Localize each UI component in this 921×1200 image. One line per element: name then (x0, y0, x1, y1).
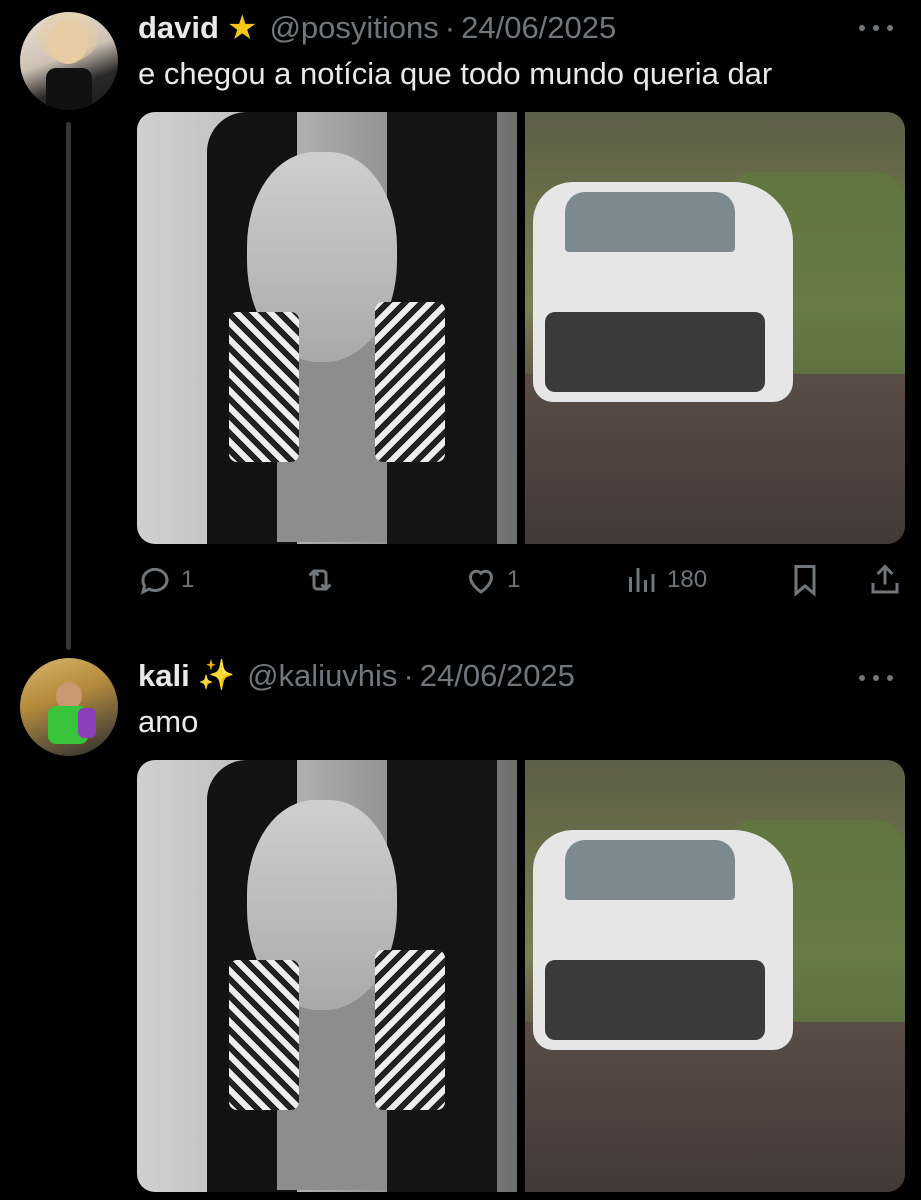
post-date[interactable]: 24/06/2025 (420, 658, 575, 694)
like-count: 1 (507, 566, 521, 593)
bookmark-button[interactable] (787, 562, 823, 598)
views-button[interactable]: 180 (623, 562, 707, 598)
tweet-1[interactable]: david ★ @posyitions · 24/06/2025 e chego… (0, 0, 921, 650)
wrecked-car-photo[interactable] (525, 760, 905, 1192)
media-grid (137, 112, 905, 544)
reply-icon (140, 567, 169, 595)
star-badge-icon: ★ (226, 9, 258, 47)
portrait-photo[interactable] (137, 760, 517, 1192)
avatar-david[interactable] (20, 12, 118, 110)
tweet-header: kali ✨ @kaliuvhis · 24/06/2025 (138, 658, 575, 694)
retweet-icon (308, 568, 332, 592)
reply-count: 1 (181, 566, 195, 593)
retweet-button[interactable] (302, 562, 346, 598)
more-options-icon[interactable] (859, 22, 893, 34)
like-button[interactable]: 1 (463, 562, 520, 598)
heart-icon (468, 569, 494, 594)
tweet-text: amo (138, 704, 199, 739)
author-name[interactable]: kali (138, 658, 190, 694)
more-options-icon[interactable] (859, 672, 893, 684)
action-bar: 1 1 180 (137, 562, 907, 606)
portrait-photo[interactable] (137, 112, 517, 544)
views-count: 180 (667, 566, 708, 593)
media-grid (137, 760, 905, 1192)
tweet-2[interactable]: kali ✨ @kaliuvhis · 24/06/2025 amo (0, 650, 921, 1200)
author-name[interactable]: david (138, 10, 219, 46)
views-chart-icon (629, 568, 655, 592)
avatar-kali[interactable] (20, 658, 118, 756)
author-handle[interactable]: @kaliuvhis (247, 658, 397, 694)
tweet-text: e chegou a notícia que todo mundo queria… (138, 56, 773, 91)
tweet-header: david ★ @posyitions · 24/06/2025 (138, 10, 616, 46)
thread-line (66, 122, 71, 650)
sparkles-badge-icon: ✨ (197, 659, 236, 692)
share-icon (871, 564, 899, 594)
author-handle[interactable]: @posyitions (269, 10, 438, 46)
bookmark-icon (794, 565, 816, 597)
separator: · (403, 658, 414, 693)
share-button[interactable] (867, 562, 903, 598)
wrecked-car-photo[interactable] (525, 112, 905, 544)
separator: · (444, 10, 456, 45)
reply-button[interactable]: 1 (137, 562, 194, 598)
post-date[interactable]: 24/06/2025 (461, 10, 616, 46)
